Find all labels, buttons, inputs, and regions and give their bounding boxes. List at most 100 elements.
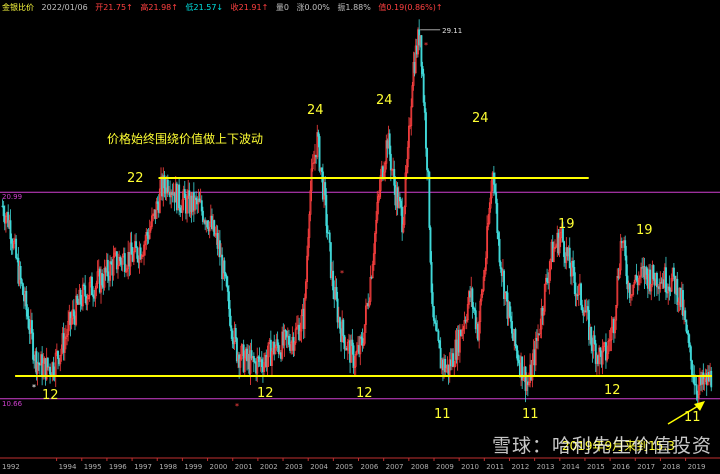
ref-line-label: 20.99 — [2, 193, 22, 201]
candle-body — [343, 335, 346, 350]
annotation-label: 12 — [356, 386, 373, 401]
candle-body — [130, 242, 133, 255]
annotation-label: 11 — [434, 407, 451, 422]
candle-body — [434, 320, 436, 324]
annotations: 29.11 价格始终围绕价值做上下波动 24 24 24 19 19 12 12 12 12 11 11… — [32, 27, 705, 453]
candle-body — [91, 276, 93, 296]
candle-body — [652, 265, 655, 280]
candle-body — [516, 350, 519, 361]
x-tick-label: 1997 — [134, 463, 152, 471]
candle-body — [695, 384, 698, 395]
marker-star: * — [340, 269, 344, 278]
candle-body — [496, 203, 499, 233]
candle-body — [427, 169, 430, 173]
candle-body — [435, 322, 438, 331]
candle-body — [224, 272, 227, 277]
x-tick-label: 2004 — [310, 463, 328, 471]
candle-body — [136, 247, 139, 259]
candle-body — [676, 278, 679, 305]
candle-body — [590, 326, 593, 346]
candle-body — [420, 35, 423, 67]
candle-body — [495, 192, 498, 204]
header-low: 低21.57↓ — [185, 3, 224, 12]
candle-body — [438, 340, 441, 349]
annotation-label: 19 — [636, 223, 653, 238]
candle-body — [421, 66, 424, 75]
header-close: 收21.91↑ — [230, 3, 269, 12]
candle-body — [599, 347, 602, 352]
candle-body — [352, 345, 355, 368]
x-tick-label: 1999 — [184, 463, 202, 471]
x-tick-label: 1994 — [59, 463, 77, 471]
candle-body — [472, 306, 475, 309]
candle-body — [20, 279, 23, 284]
candle-body — [655, 273, 658, 288]
x-tick-label: 2011 — [486, 463, 504, 471]
candle-body — [400, 200, 402, 208]
ref-line-label: 10.66 — [2, 400, 23, 408]
candle-body — [21, 283, 24, 295]
candle-body — [574, 282, 577, 297]
candle-body — [684, 310, 687, 320]
candle-body — [31, 320, 33, 334]
x-tick-label: 2003 — [285, 463, 303, 471]
candle-body — [424, 112, 427, 149]
candle-body — [76, 295, 79, 303]
candle-body — [57, 350, 59, 359]
candle-body — [389, 153, 392, 171]
annotation-label: 24 — [472, 111, 489, 126]
candle-body — [324, 182, 327, 196]
candle-body — [515, 345, 518, 351]
candle-body — [687, 333, 690, 343]
candle-body — [166, 179, 169, 193]
candle-body — [572, 260, 575, 268]
x-tick-label: 2013 — [537, 463, 555, 471]
candle-body — [428, 171, 431, 228]
candle-body — [178, 184, 181, 209]
candle-body — [27, 315, 30, 329]
candle-body — [288, 335, 290, 345]
candle-body — [106, 259, 109, 277]
candle-body — [514, 329, 517, 347]
candle-body — [546, 277, 549, 282]
candle-body — [494, 184, 496, 193]
annotation-label: 24 — [307, 103, 324, 118]
watermark: 雪球：哈利先生价值投资 — [491, 435, 712, 457]
candle-body — [422, 73, 425, 103]
x-tick-label: 2019 — [688, 463, 706, 471]
x-tick-label: 1998 — [159, 463, 177, 471]
upper-guide-label: 22 — [127, 171, 144, 186]
candle-body — [432, 306, 435, 321]
annotation-label: 24 — [376, 93, 393, 108]
candle-body — [688, 342, 691, 347]
x-tick-label: 2018 — [662, 463, 680, 471]
candle-body — [586, 306, 589, 311]
candle-body — [213, 220, 216, 236]
x-tick-label: 2002 — [260, 463, 278, 471]
candle-body — [200, 200, 203, 212]
candle-body — [79, 289, 82, 305]
candle-body — [195, 197, 198, 201]
header-change: 涨0.00% — [296, 3, 330, 12]
candle-body — [568, 247, 571, 269]
candle-body — [230, 325, 233, 332]
header-value: 值0.19(0.86%)↑ — [378, 3, 443, 12]
candle-body — [234, 328, 237, 339]
candle-body — [691, 360, 693, 375]
candle-body — [351, 339, 354, 346]
candle-body — [635, 275, 638, 281]
marker-star: * — [424, 41, 428, 50]
candle-body — [223, 260, 226, 274]
x-tick-label: 2010 — [461, 463, 479, 471]
candle-body — [26, 309, 29, 317]
candle-body — [119, 257, 122, 262]
candle-body — [10, 238, 13, 244]
header-date: 2022/01/06 — [41, 3, 88, 12]
candle-body — [710, 370, 713, 388]
candle-body — [452, 353, 455, 368]
candle-body — [227, 291, 230, 310]
candle-body — [46, 357, 49, 368]
x-tick-label: 2009 — [436, 463, 454, 471]
candle-body — [398, 197, 401, 202]
candle-body — [229, 308, 232, 326]
